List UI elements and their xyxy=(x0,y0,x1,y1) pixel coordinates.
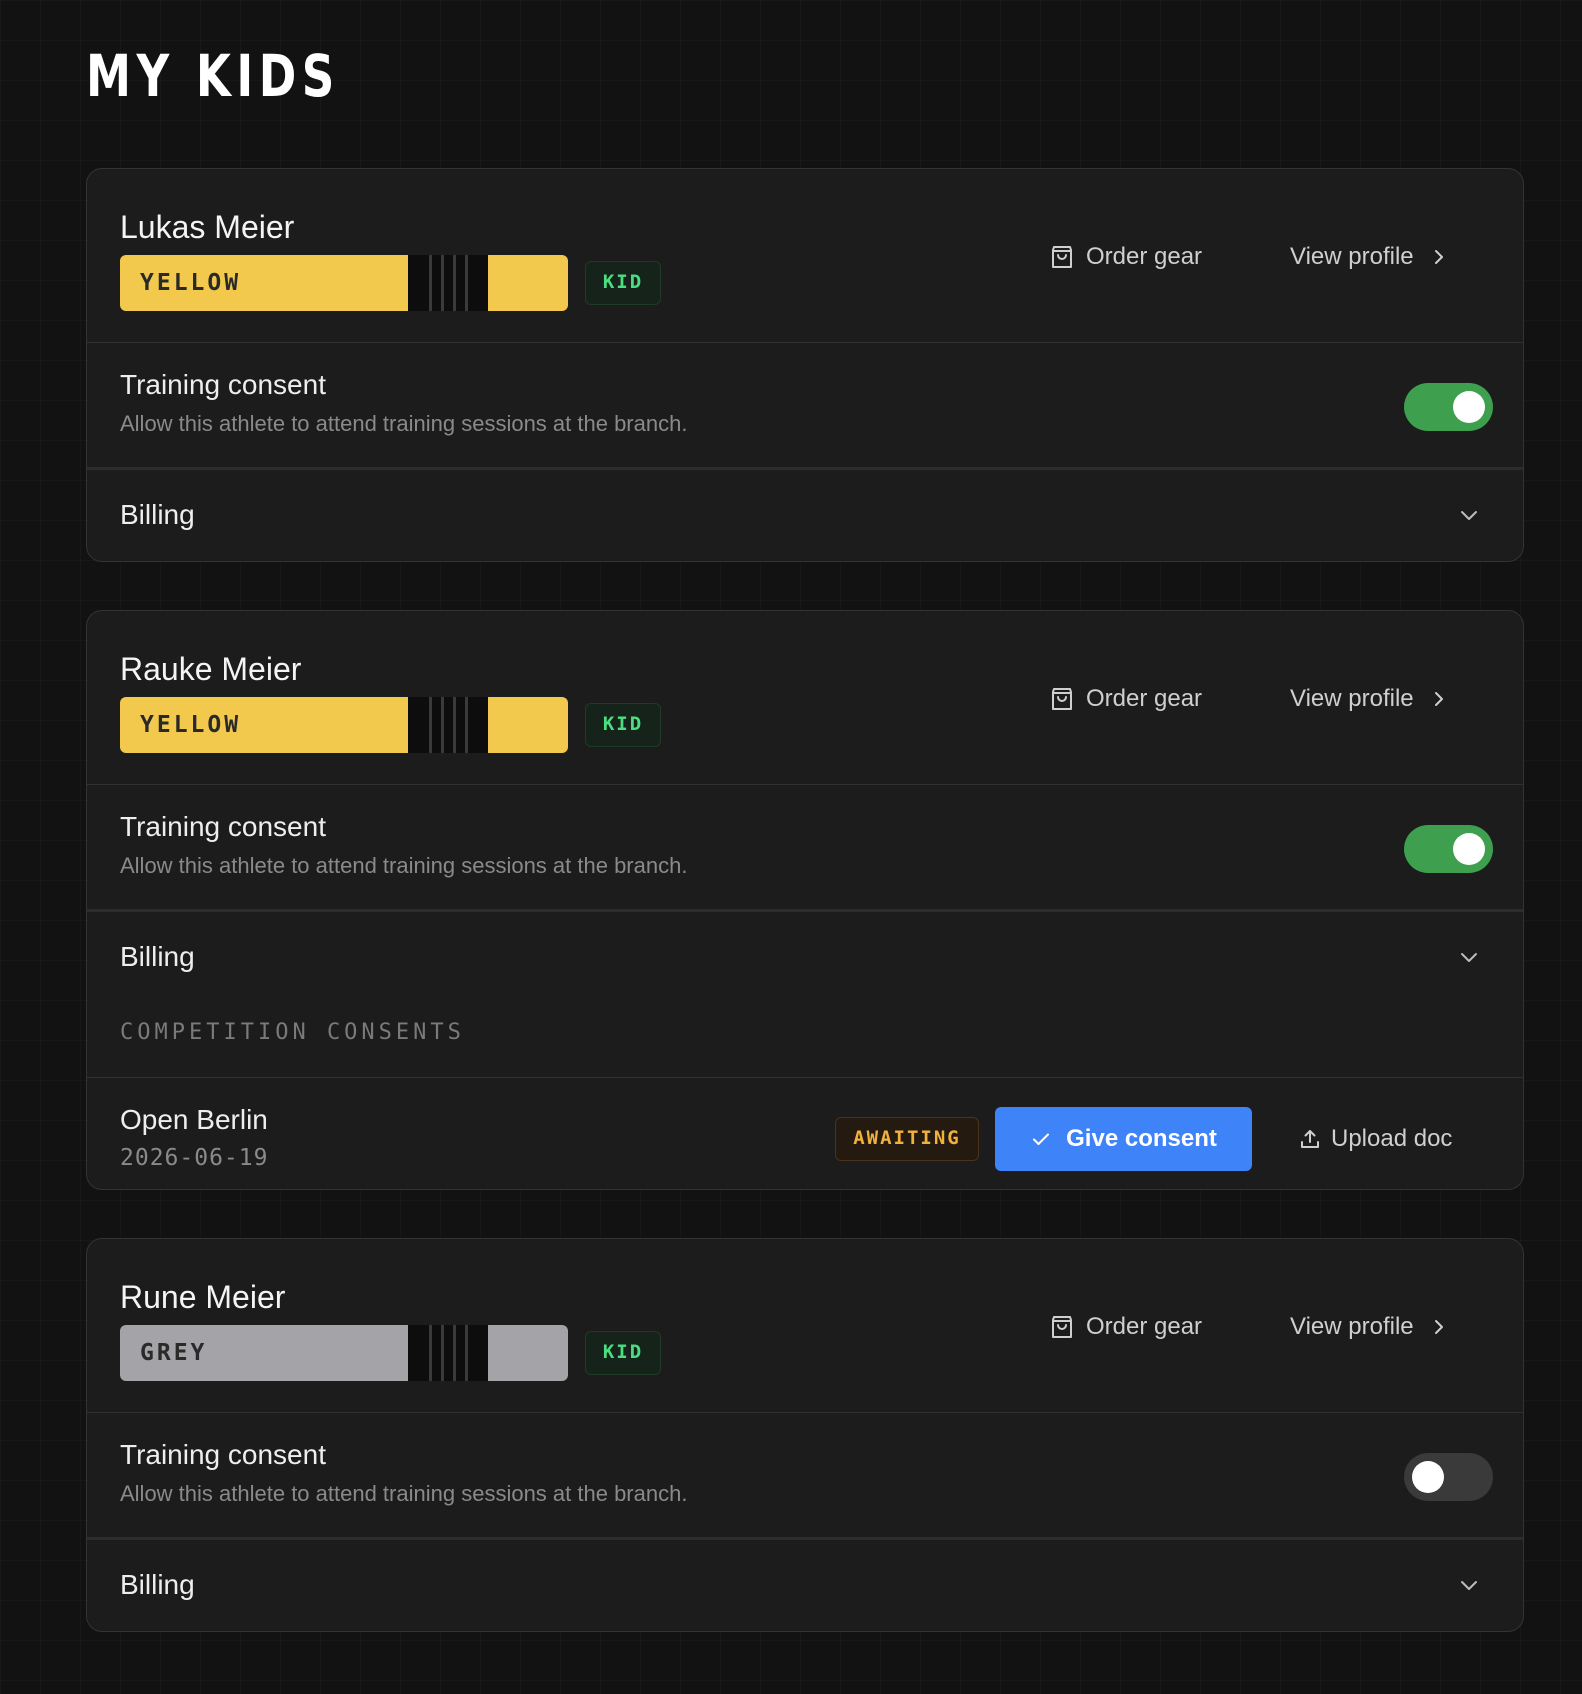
billing-accordion[interactable]: Billing xyxy=(87,470,1523,560)
belt-stripe xyxy=(441,1325,444,1381)
belt-stripe-bar xyxy=(408,697,488,753)
kid-badge: KID xyxy=(585,703,661,747)
belt-stripe-bar xyxy=(408,255,488,311)
kid-name: Rune Meier xyxy=(120,1279,286,1315)
chevron-down-icon xyxy=(1457,1573,1481,1597)
kid-badge: KID xyxy=(585,1331,661,1375)
belt-stripe xyxy=(465,255,468,311)
view-profile-label: View profile xyxy=(1290,685,1414,712)
upload-doc-label: Upload doc xyxy=(1331,1125,1453,1152)
belt-stripe xyxy=(453,255,456,311)
training-consent-toggle[interactable] xyxy=(1404,825,1493,873)
order-gear-label: Order gear xyxy=(1086,243,1203,270)
competition-name: Open Berlin xyxy=(120,1104,268,1135)
training-consent-title: Training consent xyxy=(120,369,326,400)
training-consent-row: Training consent Allow this athlete to a… xyxy=(87,1413,1523,1540)
view-profile-label: View profile xyxy=(1290,243,1414,270)
upload-icon xyxy=(1299,1128,1321,1150)
kid-card: Lukas Meier YELLOW KID Order gear View p… xyxy=(86,168,1524,562)
training-consent-description: Allow this athlete to attend training se… xyxy=(120,411,688,436)
belt-label: YELLOW xyxy=(140,270,242,296)
belt-indicator: YELLOW xyxy=(120,697,568,753)
kid-card-header: Rauke Meier YELLOW KID Order gear View p… xyxy=(87,611,1523,785)
belt-stripe xyxy=(429,1325,432,1381)
my-kids-page: MY KIDS Lukas Meier YELLOW KID Order gea… xyxy=(0,0,1582,1694)
training-consent-toggle[interactable] xyxy=(1404,383,1493,431)
training-consent-description: Allow this athlete to attend training se… xyxy=(120,853,688,878)
kid-badge: KID xyxy=(585,261,661,305)
belt-label: GREY xyxy=(140,1340,208,1366)
kid-card-header: Rune Meier GREY KID Order gear View prof… xyxy=(87,1239,1523,1413)
view-profile-link[interactable]: View profile xyxy=(1290,1307,1446,1347)
kid-card: Rune Meier GREY KID Order gear View prof… xyxy=(86,1238,1524,1632)
chevron-down-icon xyxy=(1457,945,1481,969)
view-profile-link[interactable]: View profile xyxy=(1290,237,1446,277)
toggle-knob xyxy=(1453,391,1485,423)
toggle-knob xyxy=(1412,1461,1444,1493)
training-consent-row: Training consent Allow this athlete to a… xyxy=(87,343,1523,470)
shopping-bag-icon xyxy=(1050,244,1074,270)
chevron-right-icon xyxy=(1432,688,1446,710)
status-badge: AWAITING xyxy=(835,1117,979,1161)
belt-stripe-bar xyxy=(408,1325,488,1381)
kid-name: Rauke Meier xyxy=(120,651,302,687)
billing-accordion[interactable]: Billing xyxy=(87,1540,1523,1630)
order-gear-label: Order gear xyxy=(1086,1313,1203,1340)
belt-indicator: YELLOW xyxy=(120,255,568,311)
toggle-knob xyxy=(1453,833,1485,865)
chevron-right-icon xyxy=(1432,246,1446,268)
order-gear-button[interactable]: Order gear xyxy=(1050,237,1202,277)
chevron-right-icon xyxy=(1432,1316,1446,1338)
belt-stripe xyxy=(465,1325,468,1381)
shopping-bag-icon xyxy=(1050,686,1074,712)
competition-consents-heading: COMPETITION CONSENTS xyxy=(87,1002,1523,1078)
belt-stripe xyxy=(429,255,432,311)
kid-card: Rauke Meier YELLOW KID Order gear View p… xyxy=(86,610,1524,1190)
upload-doc-button[interactable]: Upload doc xyxy=(1299,1118,1452,1160)
kid-name: Lukas Meier xyxy=(120,209,295,245)
page-title: MY KIDS xyxy=(86,42,340,110)
view-profile-link[interactable]: View profile xyxy=(1290,679,1446,719)
give-consent-label: Give consent xyxy=(1066,1125,1217,1152)
belt-stripe xyxy=(441,255,444,311)
belt-label: YELLOW xyxy=(140,712,242,738)
check-icon xyxy=(1030,1128,1052,1150)
training-consent-title: Training consent xyxy=(120,811,326,842)
billing-label: Billing xyxy=(120,941,195,972)
billing-accordion[interactable]: Billing xyxy=(87,912,1523,1002)
give-consent-button[interactable]: Give consent xyxy=(995,1107,1252,1171)
view-profile-label: View profile xyxy=(1290,1313,1414,1340)
order-gear-label: Order gear xyxy=(1086,685,1203,712)
competition-consent-row: Open Berlin 2026-06-19 AWAITING Give con… xyxy=(87,1078,1523,1189)
competition-consents-label: COMPETITION CONSENTS xyxy=(120,1020,465,1045)
belt-stripe xyxy=(429,697,432,753)
belt-stripe xyxy=(453,697,456,753)
order-gear-button[interactable]: Order gear xyxy=(1050,1307,1202,1347)
competition-date: 2026-06-19 xyxy=(120,1145,269,1171)
training-consent-toggle[interactable] xyxy=(1404,1453,1493,1501)
training-consent-description: Allow this athlete to attend training se… xyxy=(120,1481,688,1506)
belt-stripe xyxy=(441,697,444,753)
training-consent-row: Training consent Allow this athlete to a… xyxy=(87,785,1523,912)
chevron-down-icon xyxy=(1457,503,1481,527)
belt-stripe xyxy=(465,697,468,753)
billing-label: Billing xyxy=(120,499,195,530)
shopping-bag-icon xyxy=(1050,1314,1074,1340)
kid-card-header: Lukas Meier YELLOW KID Order gear View p… xyxy=(87,169,1523,343)
belt-indicator: GREY xyxy=(120,1325,568,1381)
billing-label: Billing xyxy=(120,1569,195,1600)
order-gear-button[interactable]: Order gear xyxy=(1050,679,1202,719)
belt-stripe xyxy=(453,1325,456,1381)
training-consent-title: Training consent xyxy=(120,1439,326,1470)
